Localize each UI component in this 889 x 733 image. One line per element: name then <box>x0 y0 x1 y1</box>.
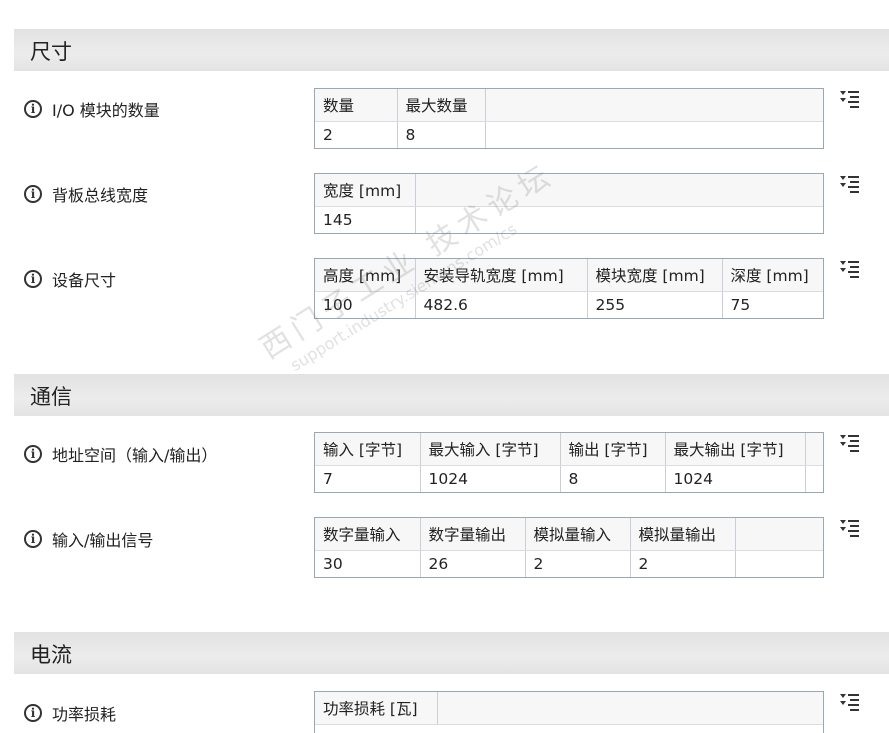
device-size-table: 高度 [mm] 安装导轨宽度 [mm] 模块宽度 [mm] 深度 [mm] 10… <box>314 258 824 319</box>
info-icon[interactable]: i <box>24 185 42 203</box>
header-filler <box>485 89 823 122</box>
column-header[interactable]: 宽度 [mm] <box>315 174 416 207</box>
column-header[interactable]: 模拟量输出 <box>630 518 736 551</box>
column-header[interactable]: 最大输出 [字节] <box>665 433 806 466</box>
section-header-size: 尺寸 <box>14 29 889 71</box>
cell-filler <box>485 122 823 149</box>
table-cell[interactable]: 2 <box>315 121 398 148</box>
label-text: 背板总线宽度 <box>52 186 149 205</box>
table-cell[interactable]: 2 <box>525 550 631 577</box>
row-label-device-size: i 设备尺寸 <box>24 267 116 291</box>
info-icon[interactable]: i <box>24 530 42 548</box>
section-header-comm: 通信 <box>14 374 889 416</box>
io-signals-table: 数字量输入 数字量输出 模拟量输入 模拟量输出 30 26 2 2 <box>314 517 824 578</box>
table-cell[interactable]: 1024 <box>665 465 806 492</box>
column-options-icon[interactable] <box>838 432 862 456</box>
table-cell[interactable]: 30 <box>315 550 421 577</box>
column-options-icon[interactable] <box>838 173 862 197</box>
info-icon[interactable]: i <box>24 445 42 463</box>
table-cell[interactable]: 26 <box>420 550 526 577</box>
header-filler <box>735 518 823 551</box>
column-header[interactable]: 数字量输出 <box>420 518 526 551</box>
row-label-power-loss: i 功率损耗 <box>24 701 116 725</box>
section-header-current: 电流 <box>14 632 889 674</box>
row-label-io-modules: i I/O 模块的数量 <box>24 97 160 121</box>
section-title: 通信 <box>30 385 72 409</box>
table-cell[interactable]: 255 <box>587 291 723 318</box>
table-cell[interactable]: 100 <box>315 291 416 318</box>
column-header[interactable]: 数字量输入 <box>315 518 421 551</box>
header-filler <box>437 692 823 725</box>
cell-filler <box>415 207 823 234</box>
column-options-icon[interactable] <box>838 517 862 541</box>
label-text: I/O 模块的数量 <box>52 101 160 120</box>
cell-filler <box>735 551 823 578</box>
header-filler <box>415 174 823 207</box>
column-header[interactable]: 输入 [字节] <box>315 433 421 466</box>
power-loss-table: 功率损耗 [瓦] <box>314 691 824 733</box>
info-icon[interactable]: i <box>24 704 42 722</box>
table-cell[interactable]: 2 <box>630 550 736 577</box>
column-options-icon[interactable] <box>838 258 862 282</box>
column-header[interactable]: 数量 <box>315 89 398 122</box>
column-header[interactable]: 模块宽度 [mm] <box>587 259 723 292</box>
cell-filler <box>805 466 823 493</box>
column-header[interactable]: 最大数量 <box>397 89 486 122</box>
column-header[interactable]: 功率损耗 [瓦] <box>315 692 438 725</box>
table-cell[interactable]: 1024 <box>420 465 561 492</box>
header-filler <box>805 433 823 466</box>
label-text: 功率损耗 <box>52 705 117 724</box>
address-space-table: 输入 [字节] 最大输入 [字节] 输出 [字节] 最大输出 [字节] 7 10… <box>314 432 824 493</box>
label-text: 输入/输出信号 <box>52 531 154 550</box>
label-text: 地址空间（输入/输出） <box>52 446 218 465</box>
table-cell[interactable]: 75 <box>722 292 823 319</box>
table-cell[interactable]: 8 <box>560 465 666 492</box>
row-label-backplane: i 背板总线宽度 <box>24 182 148 206</box>
table-cell[interactable]: 145 <box>315 206 416 233</box>
row-label-io-signals: i 输入/输出信号 <box>24 527 153 551</box>
table-cell[interactable]: 8 <box>397 121 486 148</box>
table-cell[interactable]: 482.6 <box>415 291 588 318</box>
column-options-icon[interactable] <box>838 691 862 715</box>
section-title: 尺寸 <box>30 40 72 64</box>
backplane-table: 宽度 [mm] 145 <box>314 173 824 234</box>
column-header[interactable]: 高度 [mm] <box>315 259 416 292</box>
info-icon[interactable]: i <box>24 270 42 288</box>
column-header[interactable]: 最大输入 [字节] <box>420 433 561 466</box>
section-title: 电流 <box>30 643 72 667</box>
column-options-icon[interactable] <box>838 88 862 112</box>
column-header[interactable]: 深度 [mm] <box>722 259 823 292</box>
column-header[interactable]: 输出 [字节] <box>560 433 666 466</box>
row-label-address-space: i 地址空间（输入/输出） <box>24 442 217 466</box>
column-header[interactable]: 模拟量输入 <box>525 518 631 551</box>
column-header[interactable]: 安装导轨宽度 [mm] <box>415 259 588 292</box>
table-cell[interactable]: 7 <box>315 465 421 492</box>
label-text: 设备尺寸 <box>52 271 117 290</box>
info-icon[interactable]: i <box>24 100 42 118</box>
io-modules-table: 数量 最大数量 2 8 <box>314 88 824 149</box>
